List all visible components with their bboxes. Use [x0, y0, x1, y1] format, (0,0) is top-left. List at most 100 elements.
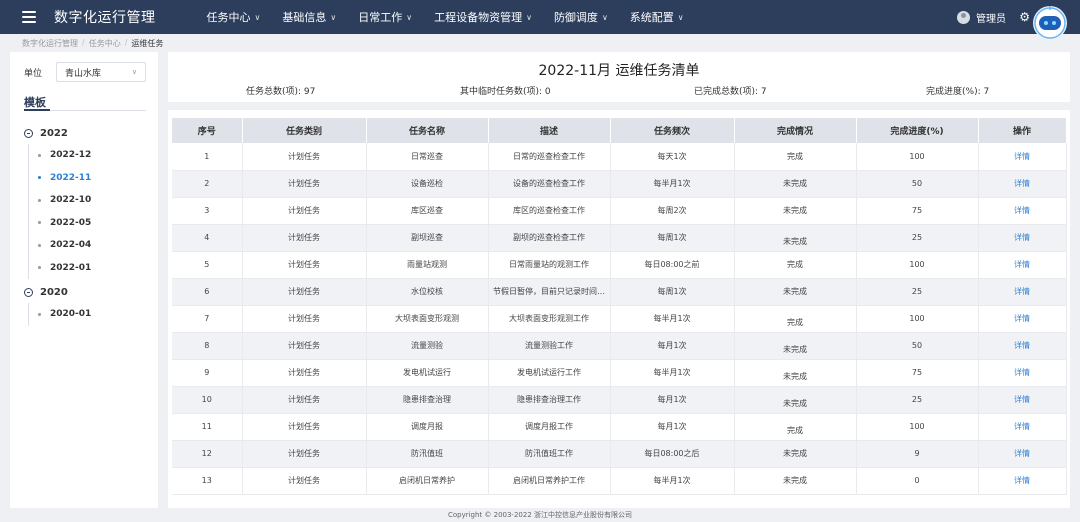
tree-month-label: 2022-10 — [50, 195, 92, 206]
cell-category: 计划任务 — [242, 440, 367, 468]
cell-progress: 100 — [856, 143, 979, 171]
table-row: 1 计划任务 日常巡查 日常的巡查检查工作 每天1次 完成 100 详情 — [172, 143, 1067, 171]
cell-category: 计划任务 — [242, 251, 367, 279]
table-row: 5 计划任务 雨量站观测 日常雨量站的观测工作 每日08:00之前 完成 100 详情 — [172, 251, 1067, 279]
nav-item[interactable]: 工程设备物资管理 ∨ — [423, 0, 543, 34]
details-link[interactable]: 详情 — [978, 359, 1067, 387]
breadcrumb-item[interactable]: 数字化运行管理 — [22, 38, 78, 49]
cell-task-name: 日常巡查 — [366, 143, 489, 171]
tree-month-item[interactable]: 2022-01 — [38, 257, 154, 280]
table-row: 3 计划任务 库区巡查 库区的巡查检查工作 每周2次 未完成 75 详情 — [172, 197, 1067, 225]
tree-month-label: 2022-11 — [50, 172, 92, 183]
details-link[interactable]: 详情 — [978, 386, 1067, 414]
cell-category: 计划任务 — [242, 359, 367, 387]
nav-item-label: 基础信息 — [282, 11, 327, 24]
table-row: 9 计划任务 发电机试运行 发电机试运行工作 每半月1次 未完成 75 详情 — [172, 359, 1067, 387]
details-link[interactable]: 详情 — [978, 251, 1067, 279]
stat-temporary: 其中临时任务数(项): 0 — [460, 87, 551, 97]
cell-index: 2 — [172, 170, 243, 198]
details-link[interactable]: 详情 — [978, 467, 1067, 495]
summary-card: 2022-11月 运维任务清单 任务总数(项): 97 其中临时任务数(项): … — [168, 52, 1070, 102]
details-link[interactable]: 详情 — [978, 440, 1067, 468]
cell-progress: 100 — [856, 413, 979, 441]
cell-status: 未完成 — [734, 278, 857, 306]
cell-frequency: 每天1次 — [610, 143, 735, 171]
menu-icon[interactable] — [22, 11, 36, 23]
bullet-icon — [38, 153, 41, 157]
cell-frequency: 每半月1次 — [610, 305, 735, 333]
tree-month-label: 2020-01 — [50, 309, 92, 320]
bullet-icon — [38, 221, 41, 225]
tree-year[interactable]: 2020 — [24, 281, 154, 303]
cell-task-name: 设备巡检 — [366, 170, 489, 198]
table-row: 4 计划任务 副坝巡查 副坝的巡查检查工作 每周1次 未完成 25 详情 — [172, 224, 1067, 252]
cell-task-name: 流量测验 — [366, 332, 489, 360]
column-header: 序号 — [172, 118, 243, 143]
tree-month-item[interactable]: 2022-05 — [38, 212, 154, 235]
cell-description: 隐患排查治理工作 — [488, 386, 611, 414]
nav-item[interactable]: 日常工作 ∨ — [347, 0, 423, 34]
details-link[interactable]: 详情 — [978, 224, 1067, 252]
table-row: 12 计划任务 防汛值班 防汛值班工作 每日08:00之后 未完成 9 详情 — [172, 440, 1067, 468]
breadcrumb-item[interactable]: 任务中心 — [89, 38, 121, 49]
cell-task-name: 防汛值班 — [366, 440, 489, 468]
tree-month-item[interactable]: 2022-12 — [38, 144, 154, 167]
cell-index: 9 — [172, 359, 243, 387]
tree-month-label: 2022-01 — [50, 262, 92, 273]
details-link[interactable]: 详情 — [978, 278, 1067, 306]
unit-select[interactable]: 青山水库 ∨ — [56, 62, 147, 82]
details-link[interactable]: 详情 — [978, 332, 1067, 360]
cell-progress: 50 — [856, 170, 979, 198]
cell-index: 10 — [172, 386, 243, 414]
cell-status: 未完成 — [734, 332, 857, 360]
cell-status: 完成 — [734, 143, 857, 171]
cell-category: 计划任务 — [242, 224, 367, 252]
tree-month-item[interactable]: 2022-10 — [38, 189, 154, 212]
details-link[interactable]: 详情 — [978, 197, 1067, 225]
details-link[interactable]: 详情 — [978, 143, 1067, 171]
main-nav: 任务中心 ∨ 基础信息 ∨ 日常工作 ∨ 工程设备物资管理 ∨ 防御调度 ∨ 系统配置 ∨ — [196, 0, 695, 34]
cell-progress: 75 — [856, 359, 979, 387]
cell-index: 5 — [172, 251, 243, 279]
cell-progress: 25 — [856, 278, 979, 306]
tree-month-item[interactable]: 2022-04 — [38, 234, 154, 257]
cell-index: 8 — [172, 332, 243, 360]
column-header: 任务名称 — [366, 118, 489, 143]
tree-month-label: 2022-05 — [50, 217, 92, 228]
assistant-bot-icon[interactable] — [1028, 2, 1072, 42]
cell-task-name: 雨量站观测 — [366, 251, 489, 279]
tree-months: 2022-12 2022-11 2022-10 2022-05 2022-04 2022-… — [28, 144, 154, 279]
user-name: 管理员 — [976, 13, 1006, 25]
cell-description: 防汛值班工作 — [488, 440, 611, 468]
details-link[interactable]: 详情 — [978, 413, 1067, 441]
cell-progress: 0 — [856, 467, 979, 495]
breadcrumb-separator: / — [124, 38, 128, 47]
nav-item[interactable]: 任务中心 ∨ — [196, 0, 272, 34]
tree-month-item[interactable]: 2022-11 — [38, 167, 154, 190]
nav-item[interactable]: 防御调度 ∨ — [543, 0, 619, 34]
task-table: 序号 任务类别 任务名称 描述 任务频次 完成情况 完成进度(%) 操作 1 计划任务 日常巡查日… — [172, 118, 1067, 495]
cell-progress: 100 — [856, 251, 979, 279]
cell-index: 6 — [172, 278, 243, 306]
stat-progress: 完成进度(%): 7 — [926, 87, 990, 97]
cell-description: 启闭机日常养护工作 — [488, 467, 611, 495]
nav-item[interactable]: 基础信息 ∨ — [271, 0, 347, 34]
column-header: 任务类别 — [242, 118, 367, 143]
details-link[interactable]: 详情 — [978, 305, 1067, 333]
unit-select-value: 青山水库 — [65, 68, 102, 79]
tree-year[interactable]: 2022 — [24, 122, 154, 144]
cell-progress: 9 — [856, 440, 979, 468]
table-header-row: 序号 任务类别 任务名称 描述 任务频次 完成情况 完成进度(%) 操作 — [172, 118, 1067, 143]
tree-month-item[interactable]: 2020-01 — [38, 303, 154, 326]
cell-frequency: 每月1次 — [610, 413, 735, 441]
cell-description: 日常的巡查检查工作 — [488, 143, 611, 171]
details-link[interactable]: 详情 — [978, 170, 1067, 198]
nav-item-label: 系统配置 — [629, 11, 674, 24]
nav-item[interactable]: 系统配置 ∨ — [619, 0, 695, 34]
cell-category: 计划任务 — [242, 467, 367, 495]
tree-year-label: 2020 — [40, 286, 68, 298]
cell-status: 完成 — [734, 251, 857, 279]
user-menu[interactable]: 管理员 — [957, 0, 1006, 34]
cell-task-name: 调度月报 — [366, 413, 489, 441]
cell-description: 副坝的巡查检查工作 — [488, 224, 611, 252]
